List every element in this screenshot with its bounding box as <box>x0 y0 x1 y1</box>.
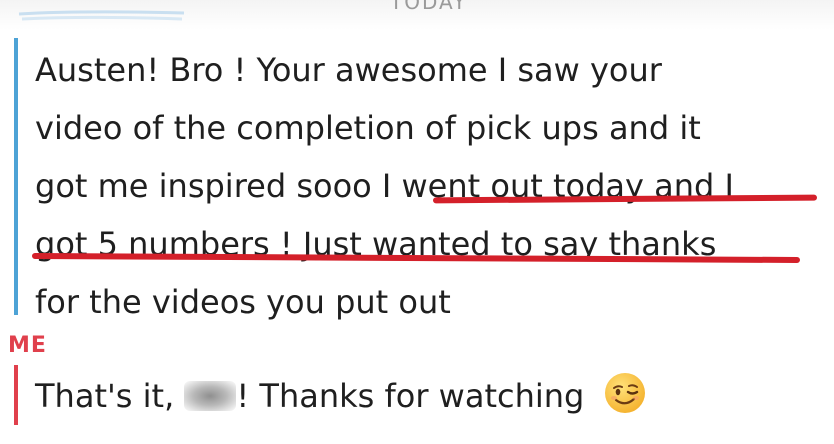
message-text: That's it, <box>35 377 185 415</box>
message-line: Austen! Bro ! Your awesome I saw your <box>35 51 662 89</box>
message-line: video of the completion of pick ups and … <box>35 109 701 147</box>
friend-message[interactable]: Austen! Bro ! Your awesome I saw your vi… <box>35 41 830 331</box>
date-header-label: TODAY <box>390 0 468 14</box>
winking-face-emoji-icon <box>604 373 645 413</box>
me-message[interactable]: That's it, ! Thanks for watching <box>35 367 647 425</box>
friend-message-bar <box>14 38 18 315</box>
message-line: for the videos you put out <box>35 283 451 321</box>
blurred-header-graphic <box>18 10 185 21</box>
message-line: got me inspired sooo I went out today an… <box>35 157 830 215</box>
message-text: got me inspired sooo <box>35 167 382 205</box>
blurred-name-redaction <box>184 381 237 411</box>
message-text: ! Thanks for watching <box>236 377 585 415</box>
me-message-bar <box>14 365 18 425</box>
sender-label-me: ME <box>8 333 47 358</box>
message-line highlighted-text: got 5 numbers ! Just wanted to say thank… <box>35 225 717 263</box>
